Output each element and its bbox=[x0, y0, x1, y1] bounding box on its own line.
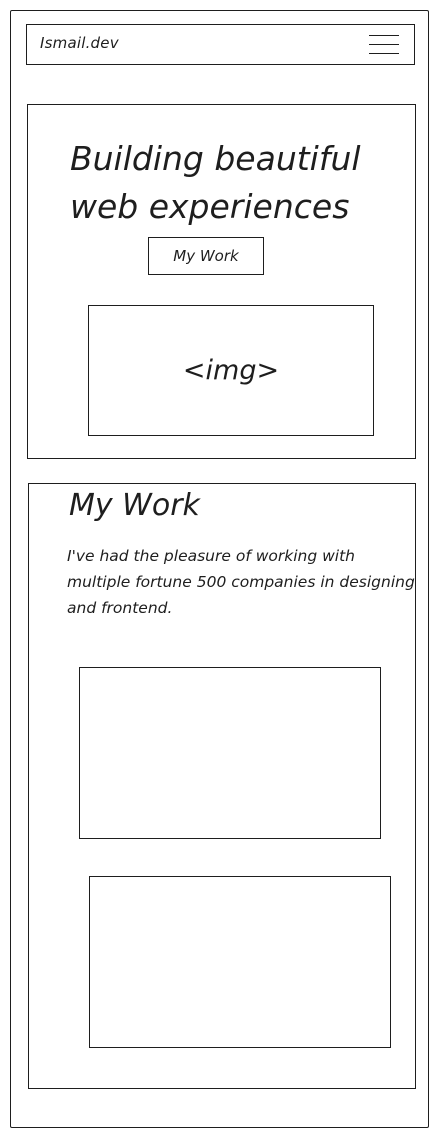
section-description: I've had the pleasure of working with mu… bbox=[67, 547, 415, 617]
project-card[interactable] bbox=[89, 876, 391, 1048]
hero-section: Building beautiful web experiences My Wo… bbox=[27, 104, 416, 459]
hero-image-placeholder: <img> bbox=[88, 305, 374, 436]
section-title: My Work bbox=[69, 488, 200, 523]
hero-title: Building beautiful web experiences bbox=[70, 139, 361, 226]
my-work-section: My Work I've had the pleasure of working… bbox=[28, 483, 416, 1089]
my-work-button[interactable]: My Work bbox=[148, 237, 264, 275]
menu-line bbox=[369, 35, 399, 37]
menu-line bbox=[369, 44, 399, 46]
menu-line bbox=[369, 53, 399, 55]
brand-logo[interactable]: Ismail.dev bbox=[40, 34, 119, 52]
project-card[interactable] bbox=[79, 667, 381, 839]
hamburger-menu-icon[interactable] bbox=[369, 31, 399, 59]
navbar: Ismail.dev bbox=[26, 24, 415, 65]
